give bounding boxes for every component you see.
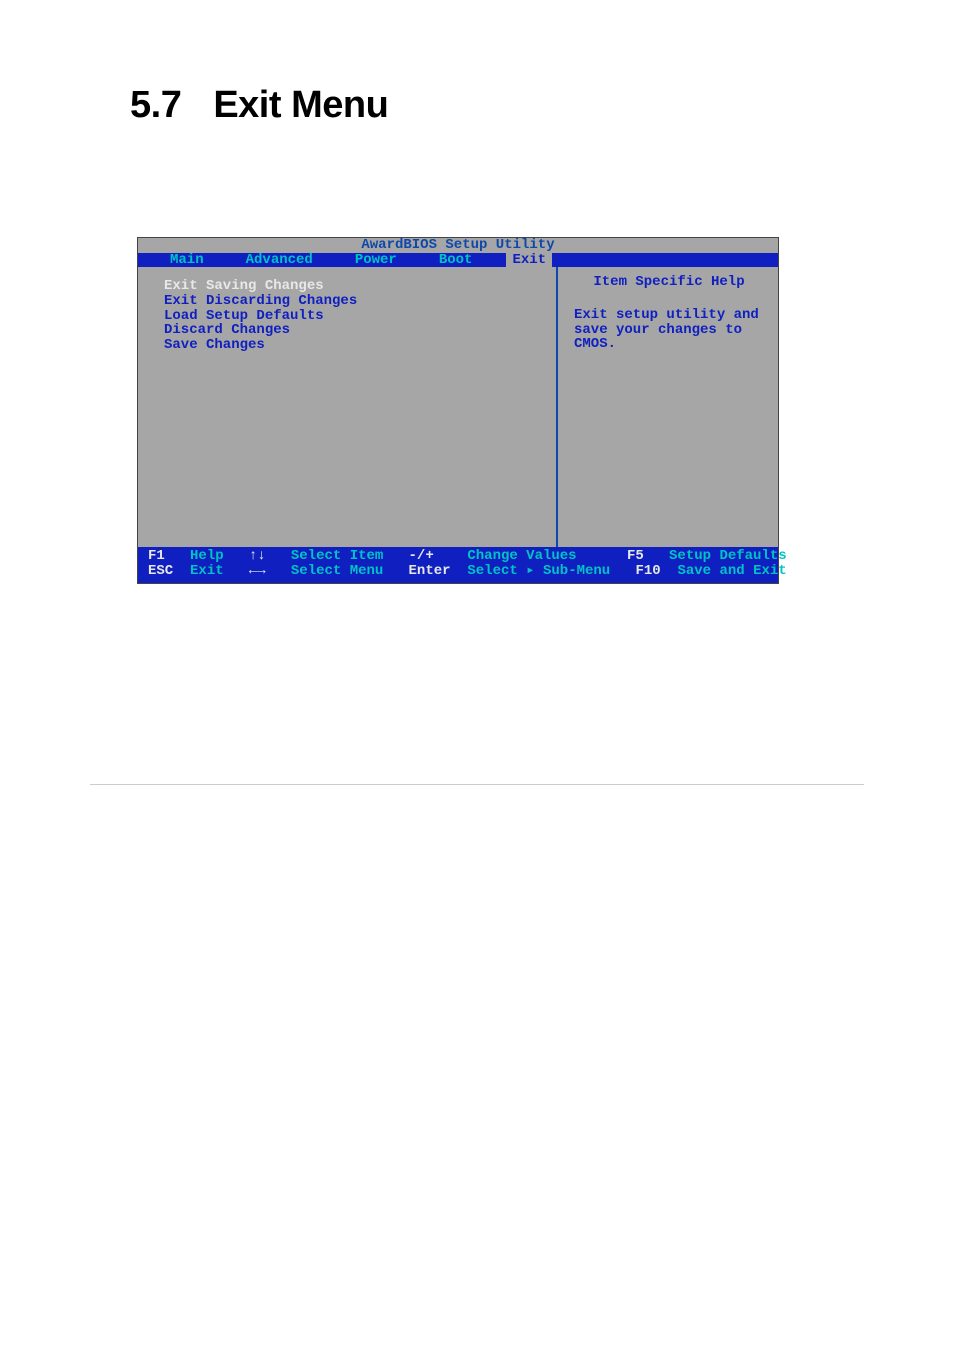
footer-row-2: ESC Exit ←→ Select Menu Enter Select ▸ S…	[148, 564, 768, 579]
bios-help-pane: Item Specific Help Exit setup utility an…	[558, 267, 778, 547]
label-select-item: Select Item	[291, 548, 383, 564]
bios-footer: F1 Help ↑↓ Select Item -/+ Change Values…	[138, 547, 778, 582]
key-plusminus: -/+	[409, 548, 434, 564]
page-footer-divider	[90, 784, 864, 785]
bios-tab-bar: Main Advanced Power Boot Exit	[138, 253, 778, 268]
label-help: Help	[190, 548, 224, 564]
section-title: Exit Menu	[213, 84, 388, 126]
label-setup-defaults: Setup Defaults	[669, 548, 787, 564]
key-f1: F1	[148, 548, 165, 564]
bios-screenshot: AwardBIOS Setup Utility Main Advanced Po…	[137, 237, 779, 584]
tab-exit[interactable]: Exit	[506, 253, 552, 268]
label-exit: Exit	[190, 563, 224, 579]
bios-menu-pane: Exit Saving Changes Exit Discarding Chan…	[138, 267, 558, 547]
key-updown: ↑↓	[249, 548, 266, 564]
menu-item-load-setup-defaults[interactable]: Load Setup Defaults	[164, 309, 556, 324]
key-leftright: ←→	[249, 563, 266, 579]
key-enter: Enter	[409, 563, 451, 579]
key-f10: F10	[635, 563, 660, 579]
section-number: 5.7	[130, 84, 181, 126]
menu-item-save-changes[interactable]: Save Changes	[164, 338, 556, 353]
tab-advanced[interactable]: Advanced	[238, 253, 321, 268]
tab-power[interactable]: Power	[347, 253, 405, 268]
bios-body: Exit Saving Changes Exit Discarding Chan…	[138, 267, 778, 547]
label-select-submenu: Select ▸ Sub-Menu	[467, 563, 610, 579]
bios-title: AwardBIOS Setup Utility	[138, 238, 778, 253]
footer-row-1: F1 Help ↑↓ Select Item -/+ Change Values…	[148, 549, 768, 564]
key-esc: ESC	[148, 563, 173, 579]
key-f5: F5	[627, 548, 644, 564]
help-body: Exit setup utility and save your changes…	[574, 308, 764, 352]
document-page: 5.7 Exit Menu AwardBIOS Setup Utility Mai…	[0, 0, 954, 1351]
label-select-menu: Select Menu	[291, 563, 383, 579]
section-heading: 5.7 Exit Menu	[130, 84, 824, 127]
tab-main[interactable]: Main	[162, 253, 212, 268]
menu-item-exit-discarding-changes[interactable]: Exit Discarding Changes	[164, 294, 556, 309]
menu-item-discard-changes[interactable]: Discard Changes	[164, 323, 556, 338]
tab-boot[interactable]: Boot	[431, 253, 481, 268]
help-title: Item Specific Help	[574, 275, 764, 290]
menu-item-exit-saving-changes[interactable]: Exit Saving Changes	[164, 279, 556, 294]
label-save-and-exit: Save and Exit	[677, 563, 786, 579]
label-change-values: Change Values	[467, 548, 576, 564]
